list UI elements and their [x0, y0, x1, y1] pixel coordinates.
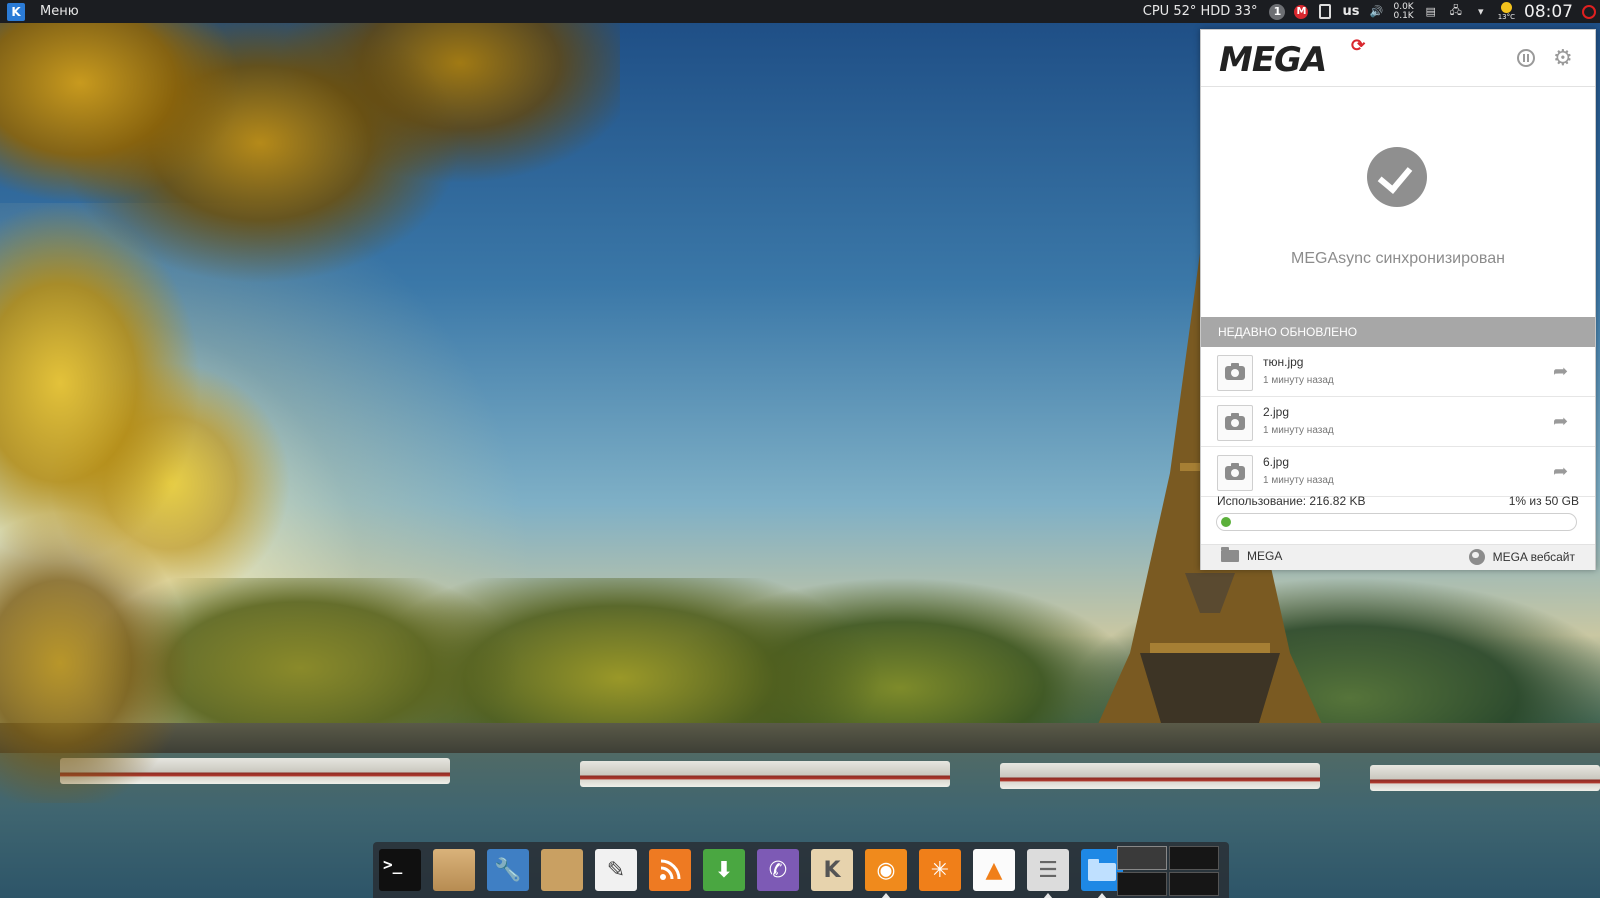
tray-expand-chevron-icon[interactable]: ▾	[1473, 4, 1489, 20]
wallpaper-boat	[1370, 765, 1600, 791]
eye-app-icon[interactable]: ◉	[865, 849, 907, 898]
pause-icon[interactable]	[1517, 49, 1535, 67]
text-editor-icon[interactable]: ✎	[595, 849, 637, 891]
vlc-icon[interactable]: ▲	[973, 849, 1015, 891]
mega-tray-icon[interactable]: M	[1294, 4, 1309, 19]
recent-file-row[interactable]: 6.jpg 1 минуту назад ➦	[1201, 447, 1595, 497]
mega-footer: MEGA MEGA вебсайт	[1201, 544, 1595, 570]
recent-file-row[interactable]: тюн.jpg 1 минуту назад ➦	[1201, 347, 1595, 397]
file-name: 2.jpg	[1263, 405, 1290, 419]
mega-website-label: MEGA вебсайт	[1492, 550, 1575, 564]
workspace-4[interactable]	[1169, 872, 1219, 896]
file-time: 1 минуту назад	[1263, 375, 1334, 386]
viber-icon[interactable]: ✆	[757, 849, 799, 891]
sync-status-area: MEGAsync синхронизирован	[1201, 87, 1595, 317]
mega-header: MEGA ⟳ ⚙	[1201, 30, 1595, 87]
wallpaper-boat	[1000, 763, 1320, 789]
weather-temperature: 13°C	[1497, 13, 1515, 21]
mail-client-icon[interactable]: K	[811, 849, 853, 891]
top-panel: K Меню CPU 52° HDD 33° 1 M us 🔊 0.0K 0.1…	[0, 0, 1600, 23]
share-arrow-icon[interactable]: ➦	[1553, 461, 1568, 482]
usage-progress-fill	[1221, 517, 1231, 527]
usage-label: Использование: 216.82 KB	[1217, 494, 1366, 508]
mega-sync-window: MEGA ⟳ ⚙ MEGAsync синхронизирован НЕДАВН…	[1200, 29, 1596, 570]
gimp-icon[interactable]	[541, 849, 583, 891]
keyboard-layout-indicator[interactable]: us	[1342, 4, 1359, 19]
running-indicator	[881, 893, 891, 898]
mega-website-button[interactable]: MEGA вебсайт	[1468, 549, 1575, 565]
file-name: тюн.jpg	[1263, 355, 1304, 369]
application-menu[interactable]: Меню	[40, 4, 79, 19]
system-tray: CPU 52° HDD 33° 1 M us 🔊 0.0K 0.1K ▤ 🖧 ▾…	[1143, 0, 1600, 23]
camera-icon	[1217, 405, 1253, 441]
usage-total: 1% из 50 GB	[1508, 494, 1579, 508]
file-name: 6.jpg	[1263, 455, 1290, 469]
volume-icon[interactable]: 🔊	[1368, 4, 1384, 20]
globe-icon	[1468, 549, 1485, 565]
synced-check-icon	[1367, 147, 1427, 207]
notes-icon[interactable]: ▤	[1423, 4, 1439, 20]
network-icon[interactable]: 🖧	[1448, 4, 1464, 20]
kde-launcher-icon[interactable]: K	[7, 2, 25, 21]
net-up-value: 0.1K	[1393, 10, 1414, 21]
usage-progress-bar	[1216, 513, 1577, 531]
file-cabinet-icon[interactable]: ☰	[1027, 849, 1069, 898]
clock[interactable]: 08:07	[1524, 2, 1573, 22]
weather-sun-icon	[1500, 2, 1512, 13]
running-indicator	[1097, 893, 1107, 898]
folder-icon	[1221, 547, 1239, 562]
share-arrow-icon[interactable]: ➦	[1553, 361, 1568, 382]
file-time: 1 минуту назад	[1263, 425, 1334, 436]
workspace-3[interactable]	[1117, 872, 1167, 896]
share-arrow-icon[interactable]: ➦	[1553, 411, 1568, 432]
recently-updated-header: НЕДАВНО ОБНОВЛЕНО	[1201, 317, 1595, 347]
workspace-2[interactable]	[1169, 846, 1219, 870]
file-time: 1 минуту назад	[1263, 475, 1334, 486]
rss-icon[interactable]	[649, 849, 691, 891]
dock: >_ 🔧 ✎ ⬇ ✆ K ◉ ✳ ▲ ☰	[373, 842, 1229, 898]
network-speed-readout[interactable]: 0.0K 0.1K	[1393, 2, 1414, 21]
open-mega-folder-button[interactable]: MEGA	[1221, 547, 1283, 563]
power-icon[interactable]	[1582, 4, 1596, 19]
download-manager-icon[interactable]: ⬇	[703, 849, 745, 891]
info-icon[interactable]: 1	[1269, 3, 1286, 20]
wallpaper-boat	[580, 761, 950, 787]
package-manager-icon[interactable]	[433, 849, 475, 891]
workspace-1[interactable]	[1117, 846, 1167, 870]
clipboard-icon[interactable]	[1317, 4, 1333, 20]
system-tools-icon[interactable]: 🔧	[487, 849, 529, 891]
mega-logo: MEGA	[1219, 40, 1327, 80]
sync-icon: ⟳	[1351, 36, 1366, 55]
recent-file-row[interactable]: 2.jpg 1 минуту назад ➦	[1201, 397, 1595, 447]
camera-icon	[1217, 355, 1253, 391]
camera-icon	[1217, 455, 1253, 491]
weather-widget[interactable]: 13°C	[1498, 2, 1515, 21]
workspace-pager	[1117, 846, 1219, 896]
system-monitor-readout[interactable]: CPU 52° HDD 33°	[1143, 4, 1258, 19]
open-mega-folder-label: MEGA	[1247, 549, 1283, 563]
wallpaper-leaves	[0, 23, 620, 803]
running-indicator	[1043, 893, 1053, 898]
gear-icon[interactable]: ⚙	[1553, 45, 1573, 71]
orange-app-icon[interactable]: ✳	[919, 849, 961, 891]
sync-status-text: MEGAsync синхронизирован	[1291, 250, 1505, 267]
terminal-icon[interactable]: >_	[379, 849, 421, 891]
